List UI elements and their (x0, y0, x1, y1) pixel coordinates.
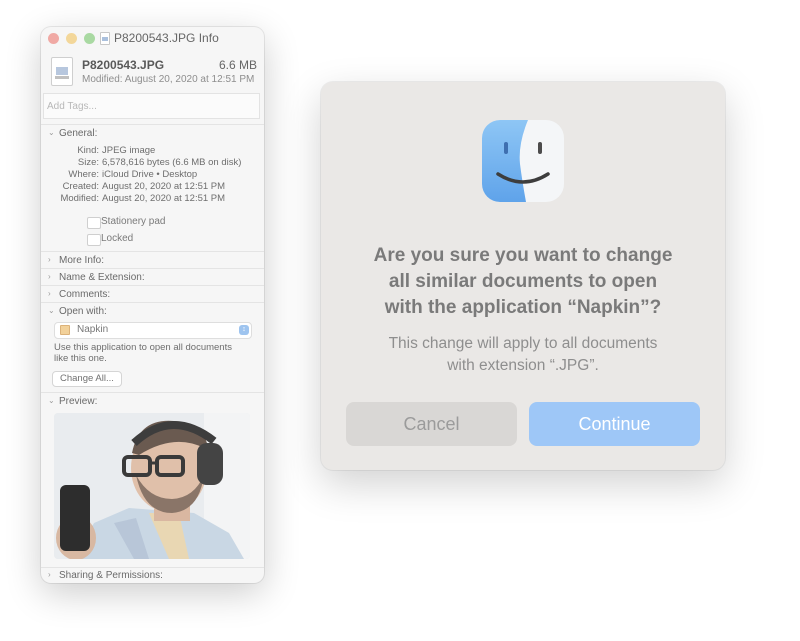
stationery-pad-checkbox[interactable] (87, 217, 101, 229)
change-all-button[interactable]: Change All... (52, 371, 122, 387)
section-general-label: General: (59, 128, 98, 139)
section-general-header[interactable]: ⌄ General: (41, 126, 264, 143)
modified-label: Modified: (60, 193, 99, 204)
open-with-value: Napkin (77, 324, 109, 335)
kind-value: JPEG image (102, 145, 156, 156)
dialog-message-line: This change will apply to all documents (388, 335, 658, 352)
created-label: Created: (62, 181, 99, 192)
chevron-right-icon: › (48, 255, 51, 264)
size-value: 6,578,616 bytes (6.6 MB on disk) (102, 157, 242, 168)
general-row-modified: Modified: August 20, 2020 at 12:51 PM (41, 193, 264, 205)
created-value: August 20, 2020 at 12:51 PM (102, 181, 226, 192)
general-row-size: Size: 6,578,616 bytes (6.6 MB on disk) (41, 157, 264, 169)
section-sharing-permissions-label: Sharing & Permissions: (59, 570, 163, 581)
dialog-title-line: with the application “Napkin”? (384, 297, 662, 318)
chevron-down-icon: ⌄ (48, 306, 55, 315)
title-bar[interactable]: P8200543.JPG Info (41, 27, 264, 49)
dialog-title: Are you sure you want to change all simi… (321, 243, 725, 321)
section-open-with-label: Open with: (59, 306, 107, 317)
divider (41, 285, 264, 286)
tags-input[interactable] (43, 93, 260, 119)
get-info-window: P8200543.JPG Info P8200543.JPG 6.6 MB Mo… (41, 27, 264, 583)
finder-icon (482, 120, 564, 202)
chevron-down-icon: ⌄ (48, 128, 55, 137)
locked-label: Locked (101, 233, 134, 244)
continue-button[interactable]: Continue (529, 402, 700, 446)
section-preview-header[interactable]: ⌄ Preview: (41, 394, 264, 411)
size-label: Size: (77, 157, 99, 168)
stationery-pad-label: Stationery pad (101, 216, 166, 227)
open-with-description-line: like this one. (54, 353, 107, 364)
minimize-window-button[interactable] (66, 33, 77, 44)
file-size: 6.6 MB (218, 58, 257, 72)
divider (41, 302, 264, 303)
where-value: iCloud Drive • Desktop (102, 169, 198, 180)
open-with-description-line: Use this application to open all documen… (54, 342, 232, 353)
section-open-with-header[interactable]: ⌄ Open with: (41, 304, 264, 321)
chevron-down-icon: ⌄ (48, 396, 55, 405)
window-title: P8200543.JPG Info (114, 31, 219, 45)
divider (41, 124, 264, 125)
modified-value: August 20, 2020 at 12:51 PM (102, 193, 226, 204)
napkin-app-icon (60, 325, 70, 335)
chevron-right-icon: › (48, 570, 51, 579)
where-label: Where: (68, 169, 99, 180)
open-with-description: Use this application to open all documen… (54, 342, 254, 364)
jpeg-file-icon (51, 57, 73, 86)
dialog-title-line: all similar documents to open (388, 271, 658, 292)
section-sharing-permissions-header[interactable]: › Sharing & Permissions: (41, 568, 264, 583)
general-row-created: Created: August 20, 2020 at 12:51 PM (41, 181, 264, 193)
image-preview (54, 413, 250, 559)
section-name-extension-label: Name & Extension: (59, 272, 145, 283)
open-with-select[interactable]: Napkin ↕ (54, 322, 252, 339)
section-more-info-label: More Info: (59, 255, 105, 266)
kind-label: Kind: (77, 145, 99, 156)
divider (41, 392, 264, 393)
dialog-message: This change will apply to all documents … (321, 333, 725, 377)
select-arrows-icon: ↕ (239, 325, 249, 335)
dialog-title-line: Are you sure you want to change (373, 245, 673, 266)
locked-checkbox[interactable] (87, 234, 101, 246)
zoom-window-button[interactable] (84, 33, 95, 44)
cancel-button[interactable]: Cancel (346, 402, 517, 446)
dialog-message-line: with extension “.JPG”. (447, 357, 599, 374)
chevron-right-icon: › (48, 272, 51, 281)
chevron-right-icon: › (48, 289, 51, 298)
section-preview-label: Preview: (59, 396, 98, 407)
document-icon (100, 32, 110, 45)
divider (41, 268, 264, 269)
finder-face-icon (482, 120, 564, 202)
general-row-where: Where: iCloud Drive • Desktop (41, 169, 264, 181)
file-header: P8200543.JPG 6.6 MB Modified: August 20,… (41, 53, 264, 93)
divider (41, 251, 264, 252)
file-modified-date: Modified: August 20, 2020 at 12:51 PM (82, 74, 255, 85)
file-name: P8200543.JPG (82, 58, 165, 72)
section-comments-label: Comments: (59, 289, 111, 300)
change-all-confirmation-dialog: Are you sure you want to change all simi… (321, 82, 725, 470)
photo-preview-image (54, 413, 250, 559)
general-row-kind: Kind: JPEG image (41, 145, 264, 157)
close-window-button[interactable] (48, 33, 59, 44)
